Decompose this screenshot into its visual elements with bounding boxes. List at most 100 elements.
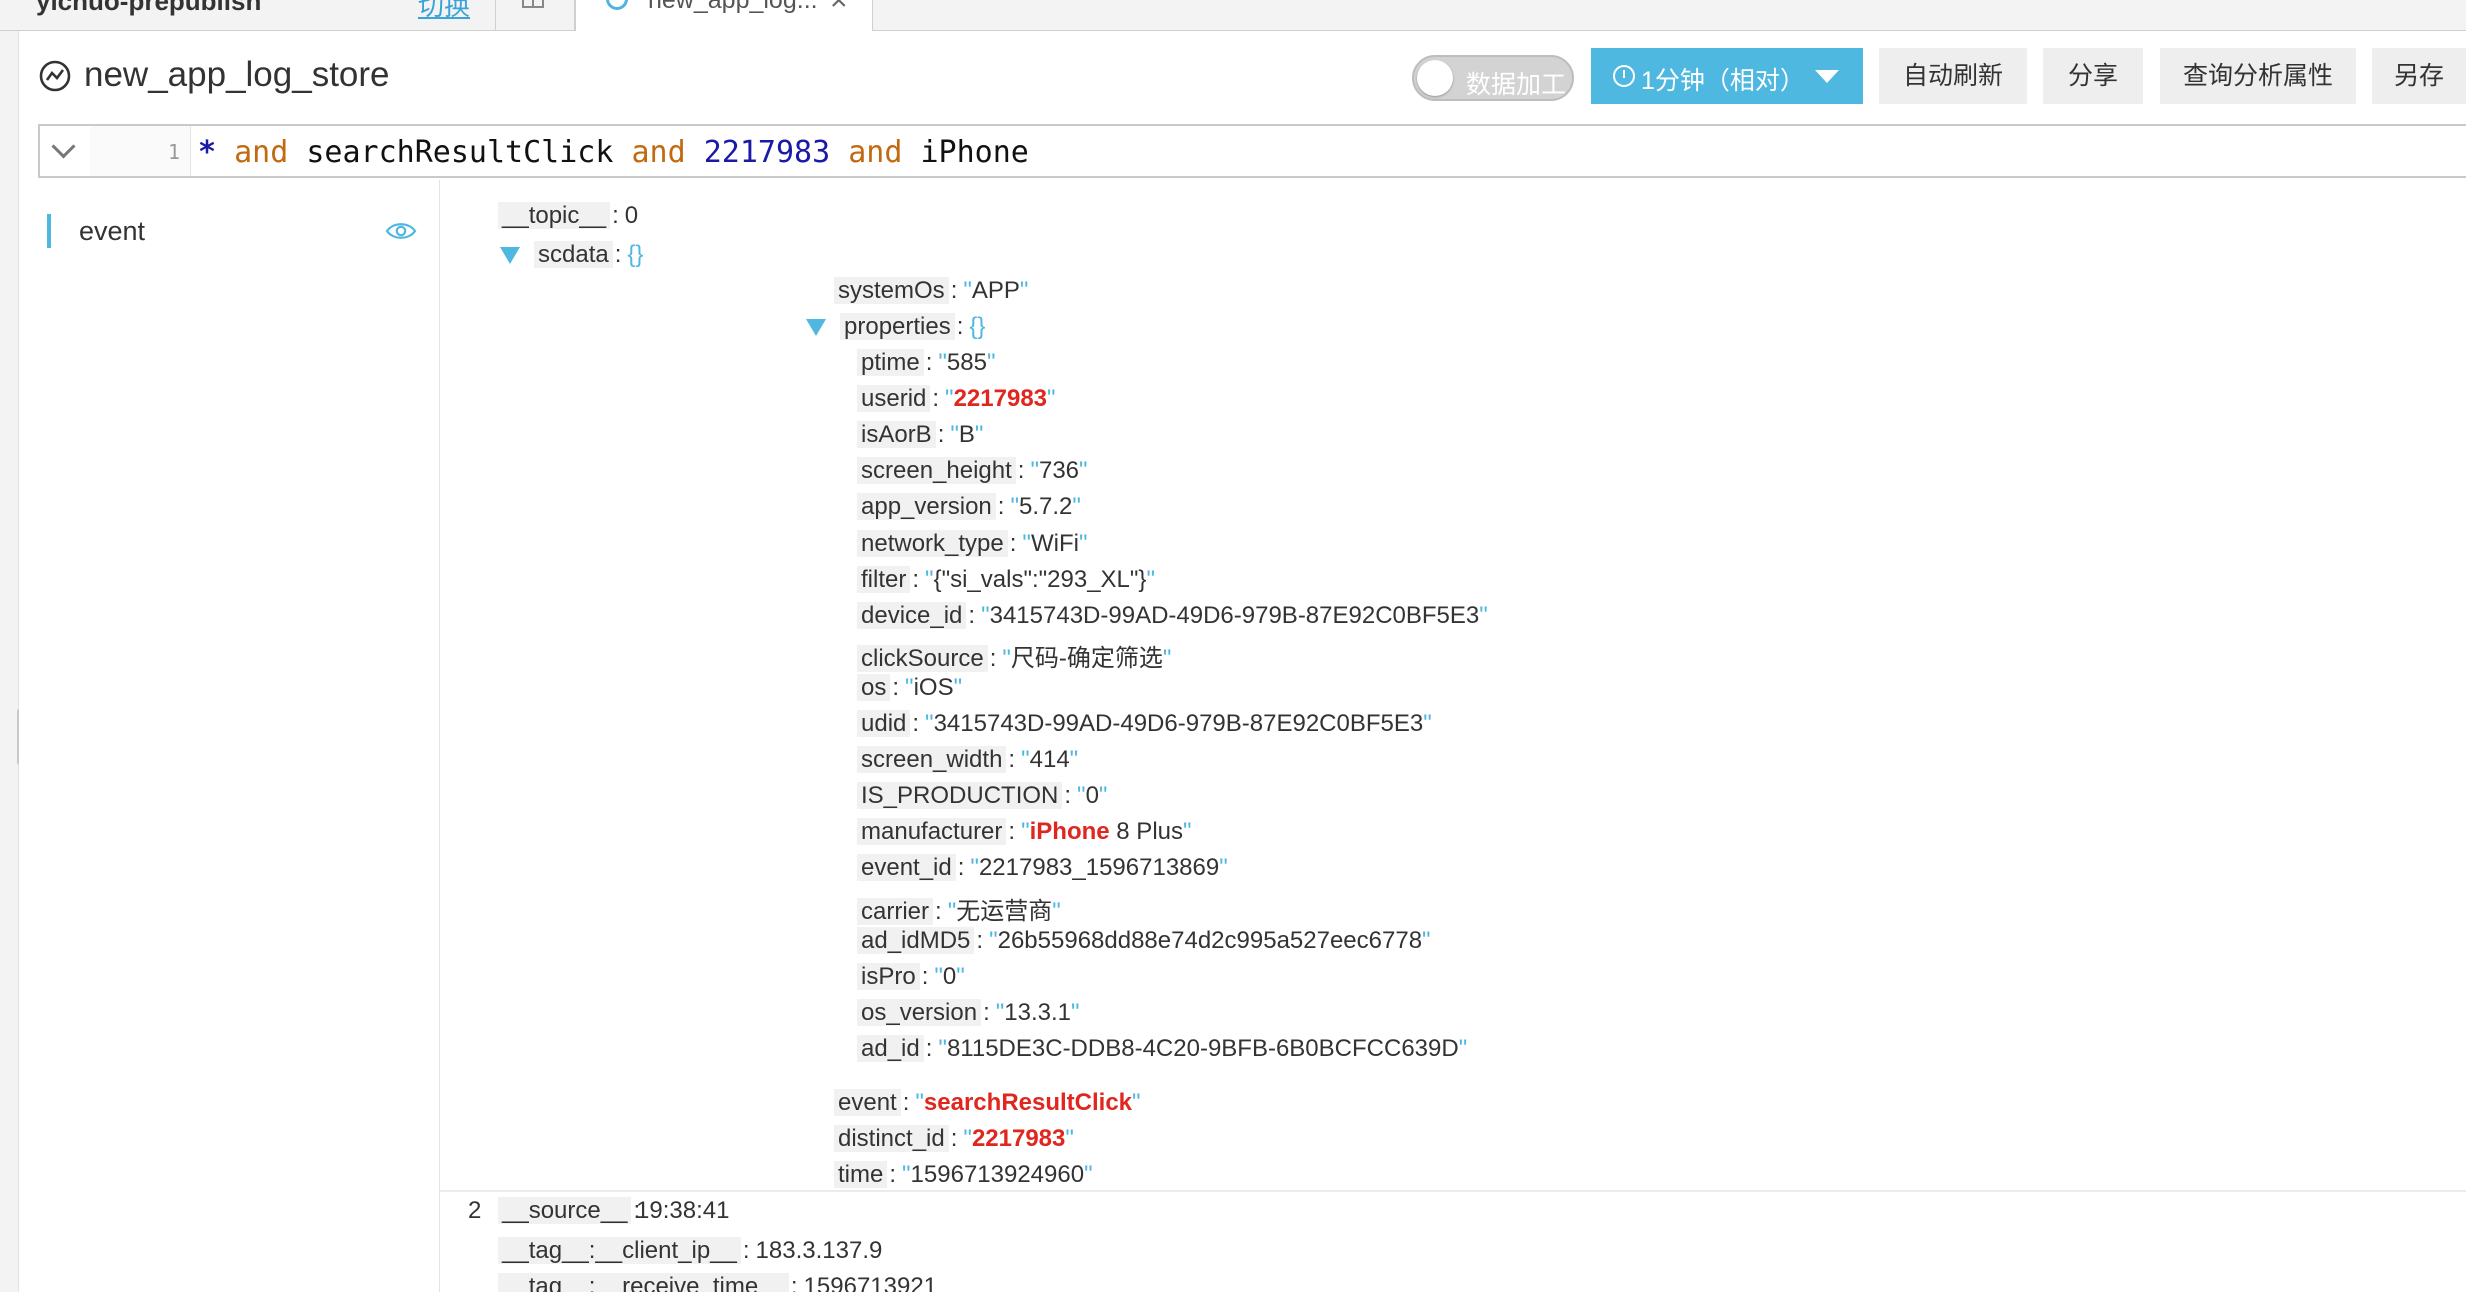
query-editor[interactable]: 1 * and searchResultClick and 2217983 an…	[38, 124, 2466, 178]
data-processing-toggle[interactable]: 数据加工	[1412, 55, 1574, 101]
query-text[interactable]: * and searchResultClick and 2217983 and …	[198, 135, 1029, 170]
field-value: 26b55968dd88e74d2c995a527eec6778	[997, 927, 1423, 954]
field-key: clickSource	[857, 645, 988, 672]
field-value: APP	[971, 277, 1020, 304]
log-field-row[interactable]: app_version: "5.7.2"	[857, 493, 1081, 521]
quote-mark: "	[1002, 645, 1011, 672]
field-value: 585	[946, 349, 987, 376]
quote-mark: "	[970, 854, 979, 881]
field-key: userid	[857, 385, 931, 412]
field-colon: :	[957, 854, 965, 881]
quote-mark: "	[1162, 645, 1172, 672]
log-field-row[interactable]: udid: "3415743D-99AD-49D6-979B-87E92C0BF5…	[857, 710, 1432, 738]
quote-mark: "	[953, 674, 963, 701]
toggle-knob	[1417, 60, 1453, 96]
query-token: and	[848, 135, 903, 170]
log-field-row[interactable]: screen_width: "414"	[857, 746, 1078, 774]
switch-project-link[interactable]: 切换	[418, 0, 470, 23]
quote-mark: "	[1019, 277, 1029, 304]
log-field-row[interactable]: isAorB: "B"	[857, 421, 983, 449]
log-field-row[interactable]: __source__:	[498, 1197, 646, 1225]
log-field-row[interactable]: event_id: "2217983_1596713869"	[857, 854, 1228, 882]
caret-down-icon	[1815, 70, 1839, 83]
log-field-row[interactable]: isPro: "0"	[857, 963, 965, 991]
log-field-row[interactable]: __topic__:0	[498, 202, 638, 230]
field-key: time	[834, 1161, 888, 1188]
field-value: 13.3.1	[1004, 999, 1071, 1026]
tab-logstore-label: new_app_log...	[648, 0, 818, 14]
auto-refresh-button[interactable]: 自动刷新	[1879, 48, 2027, 104]
save-as-button[interactable]: 另存为	[2372, 48, 2466, 104]
log-field-row[interactable]: userid: "2217983"	[857, 385, 1056, 413]
tab-logstore[interactable]: new_app_log... ×	[575, 0, 873, 31]
tab-split-view[interactable]	[496, 0, 575, 30]
logstore-icon	[39, 60, 71, 92]
log-field-row[interactable]: distinct_id: "2217983"	[834, 1125, 1074, 1153]
tab-project[interactable]: yichuo-prepublish 切换	[0, 0, 496, 30]
field-colon: :	[983, 999, 990, 1026]
quote-mark: "	[963, 277, 972, 304]
log-field-row[interactable]: __tag__:__client_ip__:183.3.137.9	[498, 1237, 882, 1265]
time-range-button[interactable]: 1分钟（相对）	[1591, 48, 1863, 104]
field-colon: :	[997, 493, 1005, 520]
log-field-row[interactable]: screen_height: "736"	[857, 457, 1088, 485]
query-token: searchResultClick	[288, 135, 632, 170]
object-brace: {}	[627, 241, 644, 268]
quote-mark: "	[1071, 999, 1080, 1026]
log-field-row[interactable]: device_id: "3415743D-99AD-49D6-979B-87E92…	[857, 602, 1488, 630]
quote-mark: "	[956, 963, 965, 990]
log-field-row[interactable]: manufacturer: "iPhone 8 Plus"	[857, 818, 1192, 846]
field-value: 3415743D-99AD-49D6-979B-87E92C0BF5E3	[989, 602, 1480, 629]
share-button[interactable]: 分享	[2043, 48, 2143, 104]
fold-chevron-icon[interactable]	[40, 126, 91, 176]
quote-mark: "	[995, 999, 1005, 1026]
log-content: 2 08-06 19:38:41 __topic__:0 scdata:{} sys…	[440, 180, 2466, 1292]
field-key: __source__	[498, 1197, 632, 1224]
close-tab-icon[interactable]: ×	[830, 0, 848, 18]
logstore-title: new_app_log_store	[84, 55, 390, 94]
field-key: properties	[840, 313, 955, 340]
log-field-row[interactable]: filter: "{"si_vals":"293_XL"}"	[857, 566, 1155, 594]
field-colon: :	[1017, 457, 1025, 484]
time-range-label: 1分钟（相对）	[1641, 67, 1805, 95]
log-field-row[interactable]: IS_PRODUCTION: "0"	[857, 782, 1107, 810]
log-field-row[interactable]: ad_id: "8115DE3C-DDB8-4C20-9BFB-6B0BCFCC6…	[857, 1035, 1467, 1063]
field-key: ptime	[857, 349, 924, 376]
quote-mark: "	[1010, 493, 1019, 520]
field-value: 0	[1085, 782, 1099, 809]
log-field-row[interactable]: __tag__:__receive_time__:1596713921	[498, 1273, 937, 1292]
quote-mark: "	[1030, 457, 1039, 484]
log-field-row[interactable]: systemOs: "APP"	[834, 277, 1028, 305]
field-colon: :	[633, 1197, 641, 1224]
quote-mark: "	[1458, 1035, 1468, 1062]
expand-triangle-icon[interactable]	[500, 247, 520, 265]
field-colon: :	[790, 1273, 798, 1292]
log-field-row[interactable]: os: "iOS"	[857, 674, 962, 702]
log-field-row[interactable]: time: "1596713924960"	[834, 1161, 1093, 1189]
log-field-row[interactable]: event: "searchResultClick"	[834, 1089, 1141, 1117]
quote-mark: "	[1021, 746, 1030, 773]
field-key: filter	[857, 566, 911, 593]
field-key: os_version	[857, 999, 982, 1026]
log-field-row[interactable]: os_version: "13.3.1"	[857, 999, 1080, 1027]
log-field-row[interactable]: clickSource: "尺码-确定筛选"	[857, 638, 1171, 673]
object-node[interactable]: properties:{}	[806, 313, 985, 341]
query-token: and	[234, 135, 289, 170]
object-node[interactable]: scdata:{}	[500, 241, 643, 269]
log-field-row[interactable]: ad_idMD5: "26b55968dd88e74d2c995a527eec67…	[857, 927, 1431, 955]
field-indicator	[47, 214, 51, 248]
quote-mark: "	[905, 674, 914, 701]
expand-triangle-icon[interactable]	[806, 319, 826, 337]
eye-icon[interactable]	[385, 220, 417, 242]
quote-mark: "	[1072, 493, 1081, 520]
query-attributes-button[interactable]: 查询分析属性	[2160, 48, 2356, 104]
quote-mark: "	[950, 421, 959, 448]
log-field-row[interactable]: ptime: "585"	[857, 349, 995, 377]
log-field-row[interactable]: carrier: "无运营商"	[857, 891, 1061, 926]
field-colon: :	[932, 385, 940, 412]
field-item-event[interactable]: event	[47, 212, 439, 252]
search-icon	[606, 0, 628, 10]
quote-mark: "	[1069, 746, 1079, 773]
quote-mark: "	[1183, 818, 1192, 845]
log-field-row[interactable]: network_type: "WiFi"	[857, 530, 1087, 558]
